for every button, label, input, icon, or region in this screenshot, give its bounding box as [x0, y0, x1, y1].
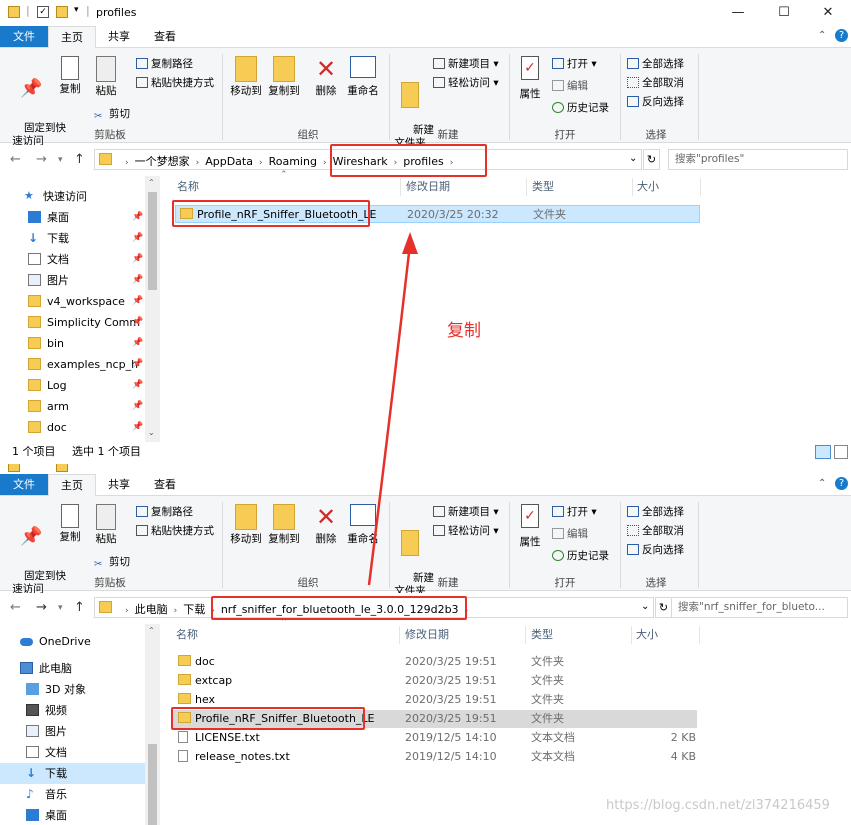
arrow-head [402, 232, 418, 254]
annotation-arrow [367, 232, 418, 586]
arrow-shaft [367, 243, 412, 586]
annotation-label: 复制 [447, 321, 481, 341]
